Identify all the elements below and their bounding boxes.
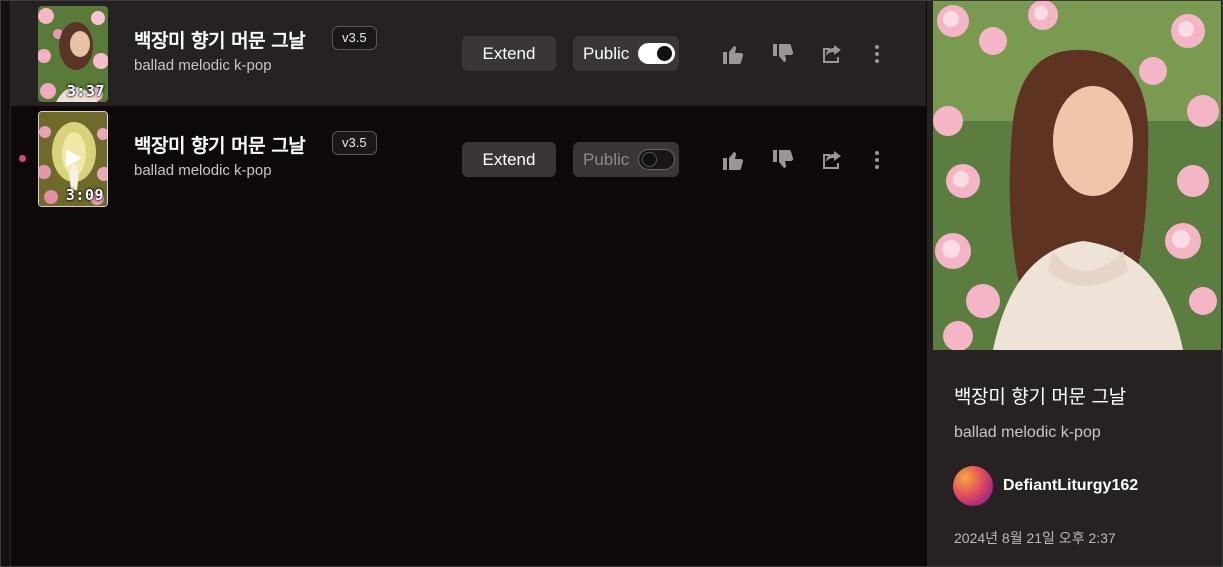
- song-detail-panel: 백장미 향기 머문 그날 ballad melodic k-pop Defian…: [927, 1, 1222, 566]
- thumbs-down-icon[interactable]: [771, 148, 795, 172]
- song-row[interactable]: 3:37 백장미 향기 머문 그날 v3.5 ballad melodic k-…: [11, 1, 926, 106]
- duration-label: 3:37: [66, 82, 105, 100]
- version-badge: v3.5: [332, 131, 377, 155]
- song-thumbnail[interactable]: 3:09: [38, 111, 108, 207]
- toggle-knob: [642, 152, 657, 167]
- public-label: Public: [583, 150, 630, 169]
- cover-art[interactable]: [933, 1, 1221, 350]
- duration-label: 3:09: [65, 186, 104, 204]
- public-toggle[interactable]: Public: [573, 142, 679, 177]
- public-label: Public: [583, 44, 630, 63]
- creator-username[interactable]: DefiantLiturgy162: [1003, 477, 1138, 495]
- thumbs-down-icon[interactable]: [771, 42, 795, 66]
- toggle-switch[interactable]: [638, 43, 675, 64]
- avatar[interactable]: [953, 466, 993, 506]
- song-list: 3:37 백장미 향기 머문 그날 v3.5 ballad melodic k-…: [11, 1, 926, 211]
- thumbs-up-icon[interactable]: [721, 148, 745, 172]
- share-icon[interactable]: [820, 148, 844, 172]
- more-options-icon[interactable]: [865, 148, 889, 172]
- extend-button[interactable]: Extend: [462, 142, 556, 177]
- song-row[interactable]: 3:09 백장미 향기 머문 그날 v3.5 ballad melodic k-…: [11, 106, 926, 211]
- thumbs-up-icon[interactable]: [721, 42, 745, 66]
- song-title[interactable]: 백장미 향기 머문 그날: [134, 26, 306, 53]
- extend-button[interactable]: Extend: [462, 36, 556, 71]
- share-icon[interactable]: [820, 42, 844, 66]
- public-toggle[interactable]: Public: [573, 36, 679, 71]
- created-timestamp: 2024년 8월 21일 오후 2:37: [954, 530, 1116, 546]
- toggle-switch[interactable]: [638, 149, 675, 170]
- song-thumbnail[interactable]: 3:37: [38, 6, 108, 102]
- play-icon[interactable]: [65, 148, 83, 168]
- song-title[interactable]: 백장미 향기 머문 그날: [134, 131, 306, 158]
- detail-style[interactable]: ballad melodic k-pop: [954, 424, 1101, 442]
- song-style[interactable]: ballad melodic k-pop: [134, 162, 272, 179]
- detail-title: 백장미 향기 머문 그날: [954, 386, 1126, 408]
- toggle-knob: [657, 46, 672, 61]
- version-badge: v3.5: [332, 26, 377, 50]
- more-options-icon[interactable]: [865, 42, 889, 66]
- song-style[interactable]: ballad melodic k-pop: [134, 57, 272, 74]
- left-edge-strip: [1, 1, 11, 566]
